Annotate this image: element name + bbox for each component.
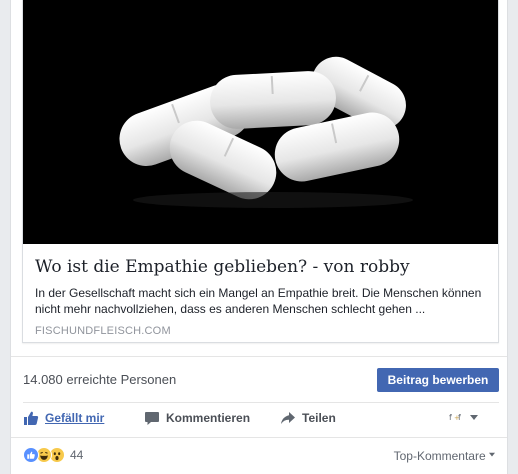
- reaction-count: 44: [70, 448, 84, 462]
- action-bar: Gefällt mir Kommentieren Teilen: [23, 410, 499, 430]
- comment-icon: [145, 412, 159, 425]
- comment-button[interactable]: Kommentieren: [144, 410, 250, 426]
- comment-sort-dropdown[interactable]: Top-Kommentare: [394, 449, 495, 463]
- pill: [210, 71, 336, 129]
- like-reaction-icon: [23, 447, 39, 463]
- caret-down-icon: [489, 452, 495, 457]
- link-image[interactable]: [23, 0, 498, 244]
- share-button[interactable]: Teilen: [280, 410, 336, 426]
- reactions-summary[interactable]: 44: [23, 447, 83, 463]
- promote-post-button[interactable]: Beitrag bewerben: [377, 368, 499, 392]
- share-label: Teilen: [302, 411, 336, 425]
- pills-image: [23, 0, 498, 244]
- link-text-block[interactable]: Wo ist die Empathie geblieben? - von rob…: [23, 244, 498, 337]
- share-icon: [281, 412, 295, 424]
- link-preview-card[interactable]: Wo ist die Empathie geblieben? - von rob…: [22, 0, 499, 343]
- thumbs-up-icon: [24, 411, 39, 425]
- link-domain: FISCHUNDFLEISCH.COM: [35, 325, 171, 337]
- divider: [23, 402, 499, 403]
- svg-text:f: f: [449, 413, 452, 422]
- like-label: Gefällt mir: [45, 411, 105, 425]
- post-as-selector[interactable]: f + f: [449, 411, 479, 423]
- divider: [11, 356, 507, 357]
- feed-post: Wo ist die Empathie geblieben? - von rob…: [10, 0, 508, 474]
- page-avatar-icon: f + f: [449, 413, 461, 422]
- link-description: In der Gesellschaft macht sich ein Mange…: [35, 286, 482, 316]
- comment-sort-label: Top-Kommentare: [393, 449, 486, 463]
- like-button[interactable]: Gefällt mir: [23, 410, 104, 426]
- comment-label: Kommentieren: [166, 411, 251, 425]
- caret-down-icon: [470, 415, 478, 420]
- reach-count[interactable]: 14.080 erreichte Personen: [23, 372, 176, 387]
- svg-text:f: f: [458, 413, 461, 422]
- link-title[interactable]: Wo ist die Empathie geblieben? - von rob…: [35, 256, 486, 278]
- divider: [11, 437, 507, 438]
